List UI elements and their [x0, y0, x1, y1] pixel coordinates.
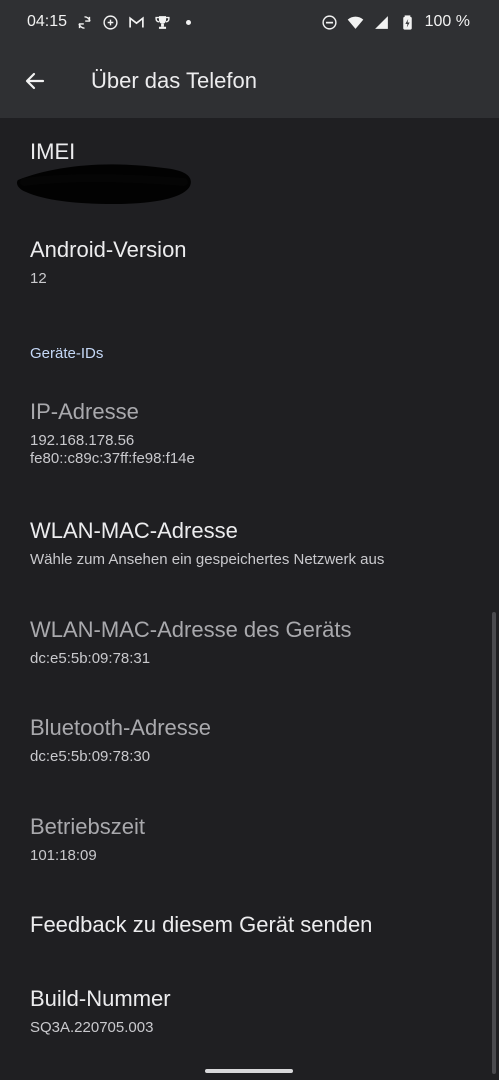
dnd-icon — [321, 14, 338, 31]
page-title: Über das Telefon — [91, 68, 257, 93]
device-mac-value: dc:e5:5b:09:78:31 — [30, 650, 151, 667]
android-version-item[interactable]: Android-Version 12 — [30, 236, 480, 288]
gesture-nav-handle[interactable] — [205, 1069, 293, 1073]
scrollbar[interactable] — [492, 612, 496, 1074]
battery-icon — [399, 14, 416, 31]
section-header-device-ids: Geräte-IDs — [30, 345, 104, 362]
ip-address-item: IP-Adresse 192.168.178.56 fe80::c89c:37f… — [30, 398, 480, 468]
wifi-icon — [347, 14, 364, 31]
ip-address-v6: fe80::c89c:37ff:fe98:f14e — [30, 450, 195, 467]
bluetooth-address-item: Bluetooth-Adresse dc:e5:5b:09:78:30 — [30, 714, 480, 766]
status-left: 04:15 — [27, 13, 192, 31]
ip-address-v4: 192.168.178.56 — [30, 432, 135, 449]
uptime-item: Betriebszeit 101:18:09 — [30, 813, 480, 865]
wlan-mac-item[interactable]: WLAN-MAC-Adresse Wähle zum Ansehen ein g… — [30, 517, 480, 569]
status-right: 100 % — [321, 13, 470, 31]
redaction-scribble — [16, 164, 191, 204]
device-mac-item: WLAN-MAC-Adresse des Geräts dc:e5:5b:09:… — [30, 616, 480, 668]
android-version-title: Android-Version — [30, 237, 187, 262]
app-bar: Über das Telefon — [0, 44, 499, 118]
device-mac-title: WLAN-MAC-Adresse des Geräts — [30, 617, 352, 642]
wlan-mac-title: WLAN-MAC-Adresse — [30, 518, 238, 543]
build-number-title: Build-Nummer — [30, 986, 171, 1011]
ip-address-title: IP-Adresse — [30, 399, 139, 424]
status-bar: 04:15 100 % — [0, 0, 499, 44]
back-button[interactable] — [0, 44, 70, 118]
feedback-item[interactable]: Feedback zu diesem Gerät senden — [30, 911, 480, 939]
uptime-value: 101:18:09 — [30, 847, 97, 864]
signal-icon — [373, 14, 390, 31]
android-version-value: 12 — [30, 270, 47, 287]
bluetooth-address-value: dc:e5:5b:09:78:30 — [30, 748, 151, 765]
feedback-title: Feedback zu diesem Gerät senden — [30, 912, 373, 937]
build-number-item[interactable]: Build-Nummer SQ3A.220705.003 — [30, 985, 480, 1037]
battery-percentage: 100 % — [424, 13, 470, 30]
bluetooth-address-title: Bluetooth-Adresse — [30, 715, 211, 740]
sync-icon — [76, 14, 93, 31]
build-number-value: SQ3A.220705.003 — [30, 1019, 154, 1036]
wlan-mac-summary: Wähle zum Ansehen ein gespeichertes Netz… — [30, 551, 385, 568]
trophy-icon — [154, 14, 171, 31]
notification-dot-icon — [186, 19, 192, 25]
arrow-back-icon — [25, 72, 45, 90]
vpn-icon — [102, 14, 119, 31]
gmail-icon — [128, 14, 145, 31]
status-time: 04:15 — [27, 13, 68, 30]
uptime-title: Betriebszeit — [30, 814, 145, 839]
